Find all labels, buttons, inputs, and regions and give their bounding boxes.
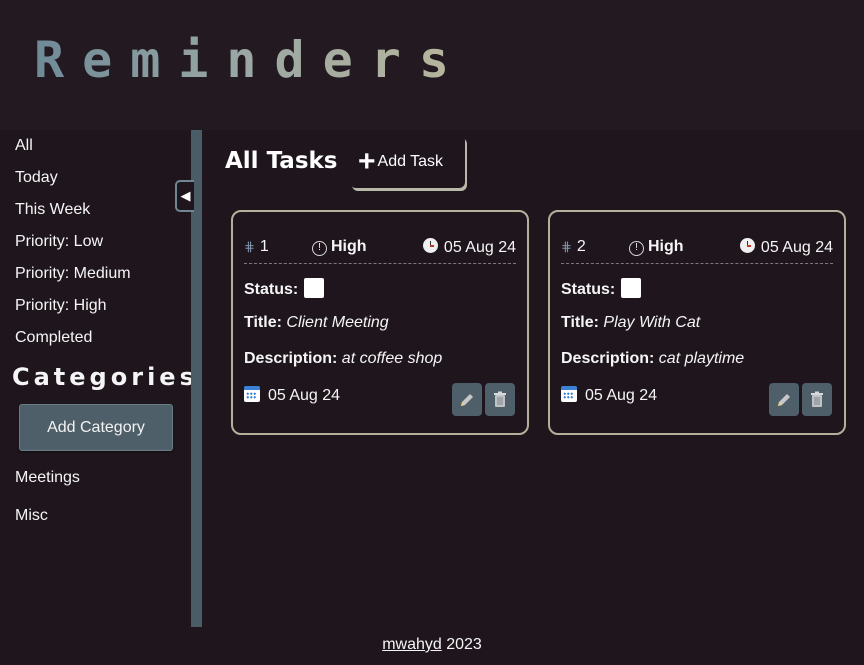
task-created-date-value: 05 Aug 24 — [760, 239, 833, 256]
edit-task-button[interactable] — [769, 383, 799, 416]
footer-year: 2023 — [446, 636, 482, 653]
task-id-value: 2 — [576, 238, 586, 255]
sidebar-item-all[interactable]: All — [15, 137, 33, 155]
plus-icon: + — [358, 144, 376, 178]
title-label: Title: — [561, 314, 599, 331]
description-label: Description: — [561, 350, 655, 367]
task-id-value: 1 — [259, 238, 269, 255]
delete-task-button[interactable] — [485, 383, 515, 416]
task-due-date: 05 Aug 24 — [268, 387, 341, 404]
page-title: All Tasks — [225, 148, 338, 174]
hash-icon: ⋕ — [244, 239, 255, 254]
task-priority-value: High — [648, 238, 684, 255]
task-description: at coffee shop — [341, 350, 443, 367]
task-created-date: 05 Aug 24 — [422, 238, 516, 257]
clock-icon — [422, 238, 438, 253]
task-id: ⋕ 2 — [561, 238, 586, 256]
title-label: Title: — [244, 314, 282, 331]
task-title: Play With Cat — [603, 314, 701, 331]
priority-icon: ! — [312, 241, 327, 256]
task-priority: ! High — [629, 238, 684, 256]
add-task-label: Add Task — [377, 152, 444, 170]
author-link[interactable]: mwahyd — [382, 636, 442, 653]
task-id: ⋕ 1 — [244, 238, 269, 256]
task-created-date: 05 Aug 24 — [739, 238, 833, 257]
sidebar-item-this-week[interactable]: This Week — [15, 201, 90, 219]
task-priority: ! High — [312, 238, 367, 256]
clock-icon — [739, 238, 755, 253]
app-header: Reminders — [0, 0, 864, 130]
task-due-row: 05 Aug 24 — [561, 386, 657, 405]
sidebar-item-today[interactable]: Today — [15, 169, 58, 187]
task-status-row: Status: — [561, 278, 642, 299]
sidebar: All Today This Week Priority: Low Priori… — [0, 130, 194, 627]
task-card-header: ⋕ 1 ! High 05 Aug 24 — [244, 236, 516, 264]
task-card: ⋕ 2 ! High 05 Aug 24 Status: Title: Play W… — [548, 210, 846, 435]
delete-task-button[interactable] — [802, 383, 832, 416]
task-description-row: Description: at coffee shop — [244, 350, 442, 368]
pencil-icon — [461, 393, 473, 406]
hash-icon: ⋕ — [561, 239, 572, 254]
category-item-misc[interactable]: Misc — [15, 507, 48, 525]
status-label: Status: — [561, 281, 616, 298]
task-due-date: 05 Aug 24 — [585, 387, 658, 404]
trash-icon — [494, 391, 506, 407]
priority-icon: ! — [629, 241, 644, 256]
status-checkbox[interactable] — [621, 278, 642, 298]
edit-task-button[interactable] — [452, 383, 482, 416]
add-category-button[interactable]: Add Category — [19, 404, 173, 451]
task-title-row: Title: Play With Cat — [561, 314, 700, 332]
categories-heading: Categories — [12, 363, 198, 391]
calendar-icon — [561, 386, 577, 402]
footer: mwahyd 2023 — [0, 636, 864, 654]
task-due-row: 05 Aug 24 — [244, 386, 340, 405]
status-checkbox[interactable] — [304, 278, 325, 298]
category-item-meetings[interactable]: Meetings — [15, 469, 80, 487]
sidebar-item-completed[interactable]: Completed — [15, 329, 92, 347]
add-task-button[interactable]: + Add Task — [350, 135, 465, 188]
pencil-icon — [778, 393, 790, 406]
task-status-row: Status: — [244, 278, 325, 299]
task-title: Client Meeting — [286, 314, 389, 331]
task-priority-value: High — [331, 238, 367, 255]
chevron-left-icon: ◀ — [180, 188, 191, 204]
task-card: ⋕ 1 ! High 05 Aug 24 Status: Title: Client… — [231, 210, 529, 435]
task-description-row: Description: cat playtime — [561, 350, 744, 368]
app-title: Reminders — [34, 31, 467, 89]
status-label: Status: — [244, 281, 299, 298]
task-created-date-value: 05 Aug 24 — [443, 239, 516, 256]
task-card-header: ⋕ 2 ! High 05 Aug 24 — [561, 236, 833, 264]
sidebar-item-priority-high[interactable]: Priority: High — [15, 297, 107, 315]
collapse-sidebar-button[interactable]: ◀ — [175, 180, 194, 212]
task-description: cat playtime — [658, 350, 745, 367]
sidebar-item-priority-low[interactable]: Priority: Low — [15, 233, 103, 251]
calendar-icon — [244, 386, 260, 402]
task-title-row: Title: Client Meeting — [244, 314, 389, 332]
description-label: Description: — [244, 350, 338, 367]
sidebar-item-priority-medium[interactable]: Priority: Medium — [15, 265, 131, 283]
trash-icon — [811, 391, 823, 407]
